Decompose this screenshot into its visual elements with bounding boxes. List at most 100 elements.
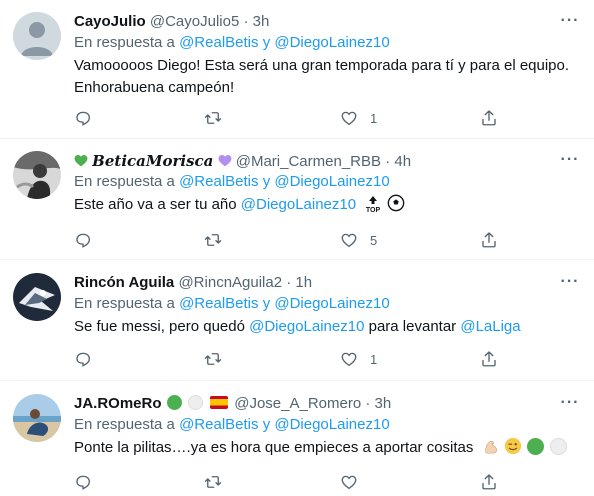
- reply-button[interactable]: [74, 230, 92, 250]
- reply-and: y: [262, 173, 271, 190]
- retweet-icon: [204, 112, 222, 124]
- share-button[interactable]: [480, 349, 498, 369]
- share-icon: [482, 232, 496, 248]
- tweet-text-segment: Se fue messi, pero quedó: [74, 318, 245, 335]
- retweet-icon: [204, 476, 222, 488]
- separator-dot: ·: [286, 274, 292, 291]
- action-bar: [74, 472, 514, 492]
- like-button[interactable]: [340, 472, 358, 492]
- share-button[interactable]: [480, 230, 498, 250]
- like-button[interactable]: 1: [340, 349, 377, 369]
- white-circle-icon: [550, 438, 568, 455]
- like-icon: [341, 352, 357, 367]
- like-count: 1: [370, 110, 378, 126]
- white-circle-icon: [187, 395, 203, 410]
- like-icon: [341, 475, 357, 490]
- mention-link[interactable]: @DiegoLainez10: [274, 295, 389, 312]
- share-button[interactable]: [480, 108, 498, 128]
- tweet-1[interactable]: CayoJulio @CayoJulio5 · 3h En respuesta …: [0, 0, 594, 139]
- avatar[interactable]: [13, 12, 61, 60]
- avatar[interactable]: [13, 273, 61, 321]
- retweet-icon: [204, 353, 222, 365]
- like-icon: [341, 233, 357, 248]
- reply-and: y: [262, 295, 271, 312]
- mention-link[interactable]: @RealBetis: [179, 416, 258, 433]
- mention-link[interactable]: @DiegoLainez10: [274, 173, 389, 190]
- reply-context: En respuesta a @RealBetis y @DiegoLainez…: [74, 415, 584, 435]
- share-icon: [482, 351, 496, 367]
- mention-link[interactable]: @DiegoLainez10: [274, 34, 389, 51]
- beach-photo-icon: [13, 394, 61, 442]
- user-handle[interactable]: @Jose_A_Romero: [234, 395, 361, 412]
- mention-link[interactable]: @DiegoLainez10: [274, 416, 389, 433]
- user-handle[interactable]: @Mari_Carmen_RBB: [236, 153, 381, 170]
- tweet-text: Ponte la pilitas….ya es hora que empiece…: [74, 437, 584, 459]
- timestamp[interactable]: 1h: [295, 274, 312, 291]
- like-icon: [341, 111, 357, 126]
- tweet-header: CayoJulio @CayoJulio5 · 3h: [74, 12, 584, 32]
- retweet-button[interactable]: [204, 108, 222, 128]
- retweet-button[interactable]: [204, 472, 222, 492]
- timestamp[interactable]: 3h: [253, 13, 270, 30]
- mention-link[interactable]: @DiegoLainez10: [241, 196, 356, 213]
- tweet-3[interactable]: Rincón Aguila @RincnAguila2 · 1h En resp…: [0, 260, 594, 381]
- tweet-text: Este año va a ser tu año @DiegoLainez10 …: [74, 194, 584, 216]
- more-icon[interactable]: ···: [560, 274, 580, 295]
- action-bar: 1: [74, 108, 514, 128]
- retweet-button[interactable]: [204, 230, 222, 250]
- tweet-4[interactable]: JA.ROmeRo @Jose_A_Romero · 3h En respues…: [0, 381, 594, 496]
- reply-context: En respuesta a @RealBetis y @DiegoLainez…: [74, 172, 584, 192]
- like-button[interactable]: 5: [340, 230, 377, 250]
- retweet-button[interactable]: [204, 349, 222, 369]
- display-name[interactable]: CayoJulio: [74, 13, 146, 30]
- more-icon[interactable]: ···: [560, 395, 580, 416]
- reply-button[interactable]: [74, 108, 92, 128]
- reply-icon: [76, 111, 91, 126]
- green-heart-icon: [74, 154, 88, 167]
- display-name[interactable]: BeticaMorisca: [92, 152, 213, 170]
- reply-button[interactable]: [74, 472, 92, 492]
- more-icon[interactable]: ···: [560, 152, 580, 173]
- top-arrow-icon: TOP: [366, 196, 381, 214]
- winking-face-icon: [504, 437, 521, 455]
- avatar[interactable]: [13, 394, 61, 442]
- reply-button[interactable]: [74, 349, 92, 369]
- tweet-text-segment: para levantar: [368, 318, 457, 335]
- separator-dot: ·: [243, 13, 249, 30]
- tweet-text-line: Vamooooos Diego! Esta será una gran temp…: [74, 57, 570, 74]
- timestamp[interactable]: 4h: [394, 153, 411, 170]
- display-name[interactable]: JA.ROmeRo: [74, 395, 162, 412]
- share-button[interactable]: [480, 472, 498, 492]
- tweet-feed: CayoJulio @CayoJulio5 · 3h En respuesta …: [0, 0, 594, 496]
- like-count: 5: [370, 232, 378, 248]
- mention-link[interactable]: @LaLiga: [460, 318, 520, 335]
- reply-context: En respuesta a @RealBetis y @DiegoLainez…: [74, 33, 584, 53]
- svg-text:TOP: TOP: [366, 207, 381, 213]
- more-icon[interactable]: ···: [560, 13, 580, 34]
- default-avatar-icon: [13, 12, 61, 60]
- green-circle-icon: [526, 438, 544, 455]
- like-button[interactable]: 1: [340, 108, 377, 128]
- eagle-photo-icon: [13, 273, 61, 321]
- mention-link[interactable]: @RealBetis: [179, 295, 258, 312]
- share-icon: [482, 474, 496, 490]
- share-icon: [482, 110, 496, 126]
- reply-prefix: En respuesta a: [74, 34, 175, 51]
- retweet-icon: [204, 234, 222, 246]
- mention-link[interactable]: @DiegoLainez10: [249, 318, 364, 335]
- purple-heart-icon: [218, 154, 231, 167]
- tweet-text: Se fue messi, pero quedó @DiegoLainez10 …: [74, 316, 584, 338]
- display-name[interactable]: Rincón Aguila: [74, 274, 174, 291]
- tweet-header: Rincón Aguila @RincnAguila2 · 1h: [74, 273, 584, 293]
- tweet-text: Vamooooos Diego! Esta será una gran temp…: [74, 55, 584, 99]
- mention-link[interactable]: @RealBetis: [179, 34, 258, 51]
- user-handle[interactable]: @CayoJulio5: [150, 13, 239, 30]
- tweet-2[interactable]: BeticaMorisca @Mari_Carmen_RBB · 4h En r…: [0, 139, 594, 260]
- reply-context: En respuesta a @RealBetis y @DiegoLainez…: [74, 294, 584, 314]
- tweet-text-segment: Ponte la pilitas….ya es hora que empiece…: [74, 439, 474, 456]
- user-handle[interactable]: @RincnAguila2: [178, 274, 282, 291]
- timestamp[interactable]: 3h: [375, 395, 392, 412]
- mention-link[interactable]: @RealBetis: [179, 173, 258, 190]
- like-count: 1: [370, 351, 378, 367]
- avatar[interactable]: [13, 151, 61, 199]
